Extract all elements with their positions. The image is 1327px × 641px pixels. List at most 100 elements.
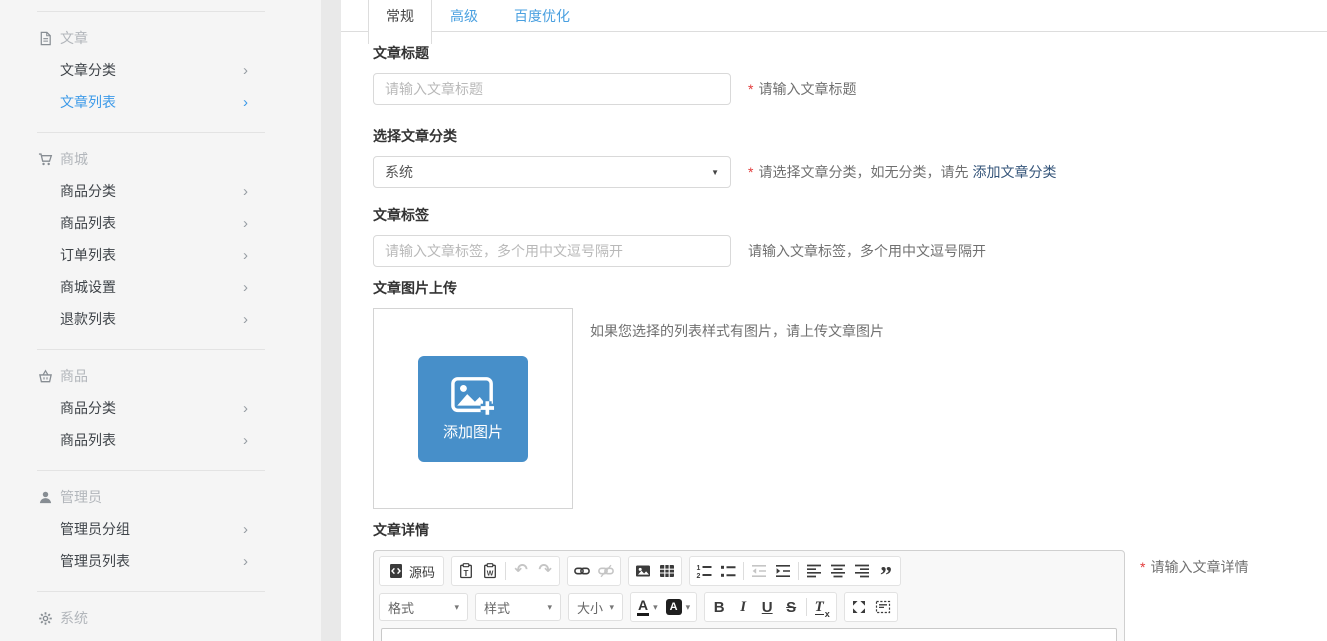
hint-text: 如果您选择的列表样式有图片，请上传文章图片 — [590, 323, 884, 339]
align-right-button[interactable] — [850, 559, 874, 583]
undo-button[interactable]: ↶ — [509, 559, 533, 583]
toolbar-group-clipboard: T W ↶ ↷ — [451, 556, 560, 586]
numbered-list-button[interactable]: 12 — [692, 559, 716, 583]
sidebar-item-admin-list[interactable]: 管理员列表 › — [0, 545, 321, 577]
app-root: 文章 文章分类 › 文章列表 › 商城 商品分类 › — [0, 0, 1327, 641]
paste-word-button[interactable]: W — [478, 559, 502, 583]
bold-button[interactable]: B — [707, 595, 731, 619]
text-color-icon: A — [637, 598, 649, 616]
blockquote-button[interactable]: ” — [874, 559, 898, 583]
italic-button[interactable]: I — [731, 595, 755, 619]
tab-baidu-seo[interactable]: 百度优化 — [496, 0, 588, 44]
sidebar-item-article-category[interactable]: 文章分类 › — [0, 54, 321, 86]
italic-icon: I — [740, 599, 746, 616]
sidebar-item-mall-settings[interactable]: 商城设置 › — [0, 271, 321, 303]
text-color-button[interactable]: A ▾ — [633, 595, 662, 619]
toolbar-group-insert — [628, 556, 682, 586]
link-icon — [574, 563, 590, 579]
maximize-button[interactable] — [847, 595, 871, 619]
add-image-icon — [448, 375, 498, 419]
sidebar-header-label: 文章 — [60, 28, 88, 48]
sidebar-item-mall-goods-category[interactable]: 商品分类 › — [0, 175, 321, 207]
unlink-button[interactable] — [594, 559, 618, 583]
insert-image-icon — [635, 563, 651, 579]
main-content: 常规 高级 百度优化 文章标题 *请输入文章标题 选择文章分类 系 — [341, 0, 1327, 641]
system-icon — [37, 610, 53, 626]
chevron-right-icon: › — [243, 216, 248, 231]
sidebar-header-label: 系统 — [60, 608, 88, 628]
add-image-label: 添加图片 — [443, 421, 503, 442]
insert-table-button[interactable] — [655, 559, 679, 583]
style-dropdown[interactable]: 样式 ▾ — [475, 593, 561, 621]
underline-button[interactable]: U — [755, 595, 779, 619]
field-hint-image: 如果您选择的列表样式有图片，请上传文章图片 — [590, 308, 884, 340]
chevron-right-icon: › — [243, 63, 248, 78]
sidebar-item-goods-list[interactable]: 商品列表 › — [0, 424, 321, 456]
sidebar-header-admin[interactable]: 管理员 — [0, 481, 321, 513]
sidebar: 文章 文章分类 › 文章列表 › 商城 商品分类 › — [0, 0, 321, 641]
align-left-icon — [806, 563, 822, 579]
tags-input[interactable] — [373, 235, 731, 267]
sidebar-item-refund-list[interactable]: 退款列表 › — [0, 303, 321, 335]
sidebar-item-label: 商城设置 — [60, 277, 116, 297]
tab-advanced[interactable]: 高级 — [432, 0, 496, 44]
remove-format-button[interactable]: T x — [810, 595, 834, 619]
title-input[interactable] — [373, 73, 731, 105]
sidebar-header-goods[interactable]: 商品 — [0, 360, 321, 392]
hint-text: 请输入文章标签，多个用中文逗号隔开 — [748, 243, 986, 259]
numbered-list-icon: 12 — [696, 563, 712, 579]
scrollbar-gutter[interactable] — [321, 0, 341, 641]
redo-button[interactable]: ↷ — [533, 559, 557, 583]
field-hint-category: *请选择文章分类，如无分类，请先添加文章分类 — [748, 163, 1056, 181]
sidebar-header-label: 商城 — [60, 149, 88, 169]
category-select[interactable]: 系统 ▼ — [373, 156, 731, 188]
insert-image-button[interactable] — [631, 559, 655, 583]
bulleted-list-button[interactable] — [716, 559, 740, 583]
align-center-button[interactable] — [826, 559, 850, 583]
sidebar-section-goods: 商品 商品分类 › 商品列表 › — [0, 349, 321, 456]
chevron-right-icon: › — [243, 433, 248, 448]
sidebar-section-system: 系统 基本信息 › — [0, 591, 321, 641]
sidebar-item-admin-group[interactable]: 管理员分组 › — [0, 513, 321, 545]
field-label-tags: 文章标签 — [373, 208, 1327, 223]
tab-bar: 常规 高级 百度优化 — [341, 0, 1327, 44]
link-button[interactable] — [570, 559, 594, 583]
sidebar-item-label: 商品分类 — [60, 181, 116, 201]
show-blocks-button[interactable] — [871, 595, 895, 619]
editor-content[interactable] — [381, 628, 1117, 641]
required-asterisk: * — [1140, 559, 1145, 575]
tab-label: 常规 — [386, 8, 414, 24]
insert-table-icon — [659, 563, 675, 579]
paste-text-button[interactable]: T — [454, 559, 478, 583]
sidebar-item-article-list[interactable]: 文章列表 › — [0, 86, 321, 118]
sidebar-item-order-list[interactable]: 订单列表 › — [0, 239, 321, 271]
underline-icon: U — [762, 599, 773, 616]
source-button[interactable]: 源码 — [382, 559, 441, 583]
sidebar-item-goods-category[interactable]: 商品分类 › — [0, 392, 321, 424]
field-hint-detail: *请输入文章详情 — [1140, 550, 1248, 576]
sidebar-item-mall-goods-list[interactable]: 商品列表 › — [0, 207, 321, 239]
hint-text: 请选择文章分类，如无分类，请先 — [758, 164, 968, 180]
remove-format-icon: T — [815, 600, 824, 615]
redo-icon: ↷ — [538, 563, 551, 579]
indent-button[interactable] — [771, 559, 795, 583]
align-left-button[interactable] — [802, 559, 826, 583]
outdent-button[interactable] — [747, 559, 771, 583]
format-dropdown[interactable]: 格式 ▾ — [379, 593, 468, 621]
add-category-link[interactable]: 添加文章分类 — [972, 164, 1056, 180]
toolbar-group-source: 源码 — [379, 556, 444, 586]
toolbar-separator — [505, 562, 506, 580]
sidebar-section-mall: 商城 商品分类 › 商品列表 › 订单列表 › 商城设置 › 退款列表 › — [0, 132, 321, 335]
show-blocks-icon — [875, 599, 891, 615]
strikethrough-button[interactable]: S — [779, 595, 803, 619]
size-dropdown[interactable]: 大小 ▾ — [568, 593, 623, 621]
sidebar-header-system[interactable]: 系统 — [0, 602, 321, 634]
sidebar-header-mall[interactable]: 商城 — [0, 143, 321, 175]
sidebar-item-basic-info[interactable]: 基本信息 › — [0, 634, 321, 641]
add-image-button[interactable]: 添加图片 — [418, 356, 528, 462]
sidebar-header-article[interactable]: 文章 — [0, 22, 321, 54]
sidebar-section-article: 文章 文章分类 › 文章列表 › — [0, 11, 321, 118]
tab-general[interactable]: 常规 — [368, 0, 432, 44]
bg-color-button[interactable]: A ▾ — [662, 595, 695, 619]
remove-format-sub: x — [825, 609, 830, 619]
